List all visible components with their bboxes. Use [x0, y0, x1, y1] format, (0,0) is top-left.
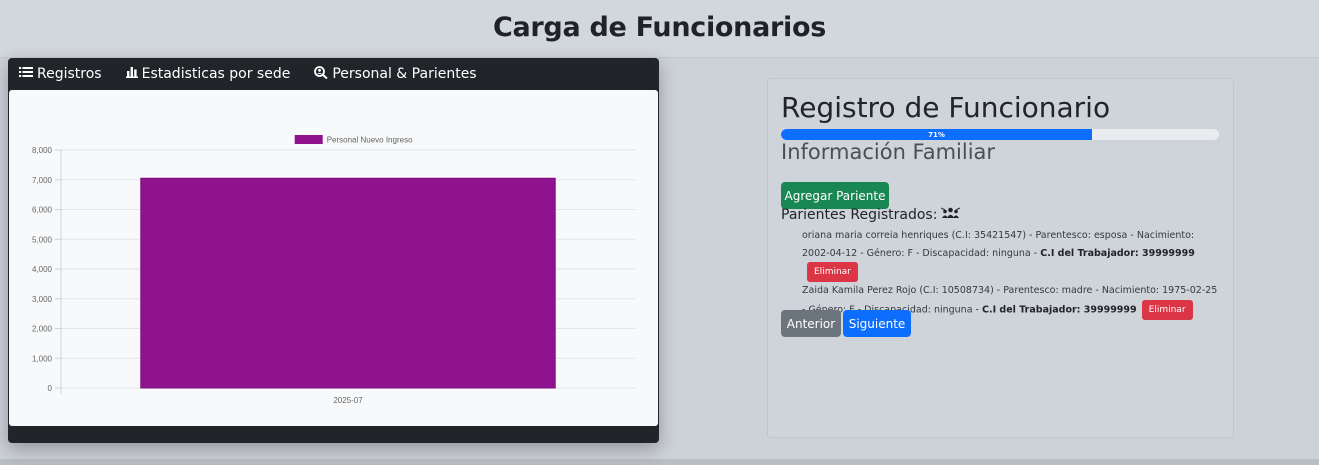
bar-chart: 8,000 7,000 6,000 5,000 4,000 3,000 2,000 1,000…: [32, 135, 635, 405]
section-title: Información Familiar: [781, 140, 996, 164]
page-title: Carga de Funcionarios: [492, 12, 827, 43]
tab-registros-label: Registros: [37, 66, 102, 82]
y-tick-label: 1,000: [32, 354, 53, 363]
tab-personal-parientes-label: Personal & Parientes: [332, 66, 477, 82]
x-tick-label: 2025-07: [333, 396, 363, 405]
y-tick-label: 5,000: [32, 235, 53, 244]
relatives-title: Parientes Registrados:: [781, 207, 961, 223]
list-icon: [19, 66, 33, 82]
tab-personal-parientes[interactable]: Personal & Parientes: [314, 65, 477, 83]
search-people-icon: [314, 65, 329, 83]
legend-swatch: [294, 135, 323, 144]
legend-label: Personal Nuevo Ingreso: [327, 136, 413, 145]
stats-tabbar: Registros Estadisticas por sede Personal…: [8, 58, 659, 90]
relatives-list: oriana maria correia henriques (C.I: 354…: [802, 227, 1222, 320]
bottom-strip: [0, 459, 1319, 465]
y-tick-label: 2,000: [32, 325, 53, 334]
delete-relative-button[interactable]: Eliminar: [1141, 299, 1193, 320]
chart-card: 8,000 7,000 6,000 5,000 4,000 3,000 2,000 1,000…: [9, 90, 658, 426]
y-tick-label: 4,000: [32, 265, 53, 274]
relatives-title-label: Parientes Registrados:: [781, 207, 938, 223]
form-panel: Registro de Funcionario 71% Información …: [767, 78, 1234, 438]
tab-estadisticas[interactable]: Estadisticas por sede: [125, 66, 291, 82]
previous-button[interactable]: Anterior: [781, 310, 841, 337]
next-button[interactable]: Siguiente: [843, 310, 911, 337]
y-tick-label: 6,000: [32, 206, 53, 215]
add-relative-button[interactable]: Agregar Pariente: [781, 182, 889, 209]
tab-estadisticas-label: Estadisticas por sede: [141, 66, 291, 82]
form-title: Registro de Funcionario: [781, 91, 1111, 124]
bar: [140, 177, 556, 389]
tab-registros[interactable]: Registros: [19, 66, 102, 82]
y-tick-label: 3,000: [32, 295, 53, 304]
worker-id: C.I del Trabajador: 39999999: [1040, 247, 1195, 259]
y-tick-label: 0: [48, 384, 53, 393]
progress-fill: 71%: [781, 129, 1092, 140]
stats-panel: Registros Estadisticas por sede Personal…: [8, 58, 659, 443]
worker-id: C.I del Trabajador: 39999999: [982, 304, 1137, 315]
delete-relative-button[interactable]: Eliminar: [807, 262, 858, 282]
progress-bar: 71%: [781, 129, 1219, 140]
y-tick-label: 8,000: [32, 146, 53, 155]
bar-chart-icon: [125, 66, 138, 82]
relative-item: oriana maria correia henriques (C.I: 354…: [802, 227, 1222, 282]
people-group-icon: [941, 207, 961, 223]
y-tick-label: 7,000: [32, 176, 53, 185]
